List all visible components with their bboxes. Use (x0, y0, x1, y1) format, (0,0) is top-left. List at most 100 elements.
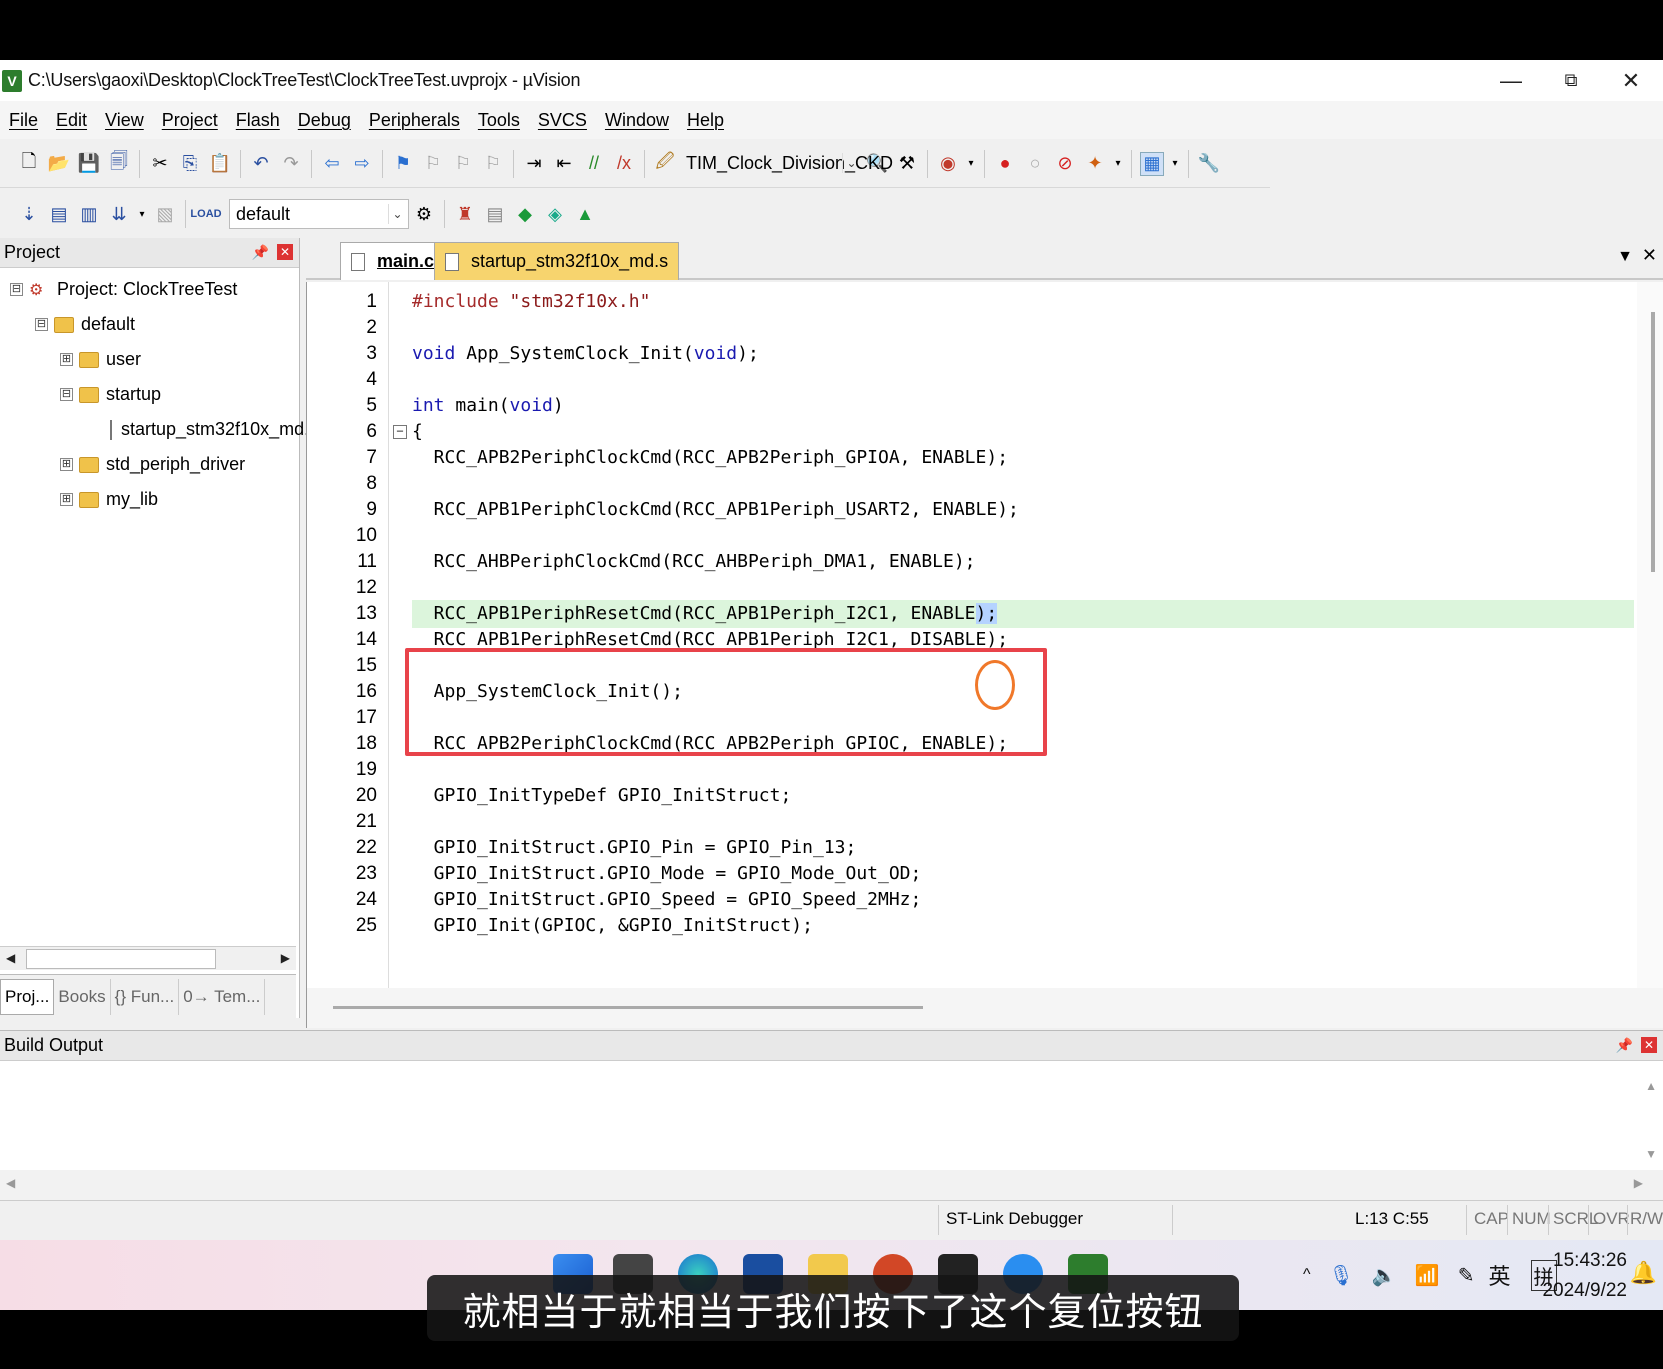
uncomment-icon[interactable]: /x (612, 152, 636, 176)
code-line[interactable]: 12 (307, 574, 1637, 602)
tree-item-project[interactable]: ⊟ ⚙ Project: ClockTreeTest (0, 272, 299, 307)
configure-icon[interactable]: ✦ (1083, 152, 1107, 176)
expand-icon[interactable]: ⊞ (60, 353, 73, 366)
code-line[interactable]: 8 (307, 470, 1637, 498)
redo-icon[interactable]: ↷ (279, 152, 303, 176)
dropdown-arrow-icon[interactable]: ▾ (137, 202, 147, 226)
code-line[interactable]: 2 (307, 314, 1637, 342)
menu-flash[interactable]: Flash (227, 110, 289, 131)
code-line[interactable]: 25 GPIO_Init(GPIOC, &GPIO_InitStruct); (307, 912, 1637, 940)
file-extensions-icon[interactable]: ♜ (453, 202, 477, 226)
stop-build-icon[interactable]: ▧ (153, 202, 177, 226)
taskbar-clock[interactable]: 15:43:26 2024/9/22 (1542, 1246, 1627, 1306)
menu-file[interactable]: File (0, 110, 47, 131)
target-options-icon[interactable]: ⚙ (412, 202, 436, 226)
pen-icon[interactable]: ✎ (1458, 1263, 1475, 1288)
menu-tools[interactable]: Tools (469, 110, 529, 131)
code-line[interactable]: 10 (307, 522, 1637, 550)
paste-icon[interactable]: 📋 (208, 152, 232, 176)
target-combo[interactable]: TIM_Clock_Division_CKD ⌄ (680, 149, 893, 179)
notification-bell-icon[interactable]: 🔔 (1630, 1260, 1657, 1286)
minimize-button[interactable]: — (1481, 60, 1541, 101)
scroll-down-icon[interactable]: ▼ (1645, 1147, 1657, 1161)
tree-item-startup-file[interactable]: startup_stm32f10x_md. (0, 412, 309, 447)
scroll-up-icon[interactable]: ▲ (1645, 1079, 1657, 1093)
build-icon[interactable]: ▤ (47, 202, 71, 226)
code-line[interactable]: 5 int main(void) (307, 392, 1637, 420)
expand-icon[interactable]: ⊞ (60, 493, 73, 506)
prev-bookmark-icon[interactable]: ⚐ (421, 152, 445, 176)
expand-icon[interactable]: ⊞ (60, 458, 73, 471)
menu-view[interactable]: View (96, 110, 153, 131)
scrollbar-thumb[interactable] (333, 1006, 923, 1009)
code-line[interactable]: 22 GPIO_InitStruct.GPIO_Pin = GPIO_Pin_1… (307, 834, 1637, 862)
disable-breakpoint-icon[interactable]: ○ (1023, 152, 1047, 176)
open-file-icon[interactable]: 📂 (47, 152, 71, 176)
breakpoint-icon[interactable]: ● (993, 152, 1017, 176)
debug-session-icon[interactable]: ◉ (936, 152, 960, 176)
wifi-icon[interactable]: 📶 (1415, 1263, 1440, 1288)
undo-icon[interactable]: ↶ (249, 152, 273, 176)
code-line[interactable]: 1 #include "stm32f10x.h" (307, 288, 1637, 316)
maximize-button[interactable]: ⧉ (1541, 60, 1601, 101)
menu-window[interactable]: Window (596, 110, 678, 131)
collapse-icon[interactable]: ⊟ (35, 318, 48, 331)
find-in-files-icon[interactable]: 🖉 (653, 151, 677, 176)
tree-item-std-periph-driver[interactable]: ⊞ std_periph_driver (0, 447, 299, 482)
comment-icon[interactable]: // (582, 152, 606, 176)
dropdown-arrow-icon[interactable]: ▾ (1113, 152, 1123, 176)
pin-icon[interactable]: 📌 (252, 244, 269, 261)
scroll-right-icon[interactable]: ▶ (281, 951, 290, 965)
tab-templates[interactable]: 0→ Tem... (179, 978, 266, 1015)
scrollbar-thumb[interactable] (1651, 312, 1655, 572)
window-layout-icon[interactable]: ▦ (1140, 151, 1164, 176)
menu-svcs[interactable]: SVCS (529, 110, 596, 131)
tab-project[interactable]: Proj... (0, 978, 55, 1015)
code-line[interactable]: 24 GPIO_InitStruct.GPIO_Speed = GPIO_Spe… (307, 886, 1637, 914)
code-line[interactable]: 19 (307, 756, 1637, 784)
copy-icon[interactable]: ⎘ (178, 152, 202, 176)
incremental-find-icon[interactable]: ⚒ (895, 152, 919, 176)
tree-item-my-lib[interactable]: ⊞ my_lib (0, 482, 299, 517)
select-packs-icon[interactable]: ◈ (543, 202, 567, 226)
clear-bookmarks-icon[interactable]: ⚐ (481, 152, 505, 176)
tab-list-dropdown-icon[interactable]: ▼ (1617, 248, 1633, 266)
project-horizontal-scrollbar[interactable]: ◀ ▶ (0, 946, 296, 970)
pack-installer-icon[interactable]: ◆ (513, 202, 537, 226)
scrollbar-thumb[interactable] (26, 949, 216, 969)
code-line[interactable]: 9 RCC_APB1PeriphClockCmd(RCC_APB1Periph_… (307, 496, 1637, 524)
code-line[interactable]: 23 GPIO_InitStruct.GPIO_Mode = GPIO_Mode… (307, 860, 1637, 888)
dropdown-arrow-icon[interactable]: ▾ (966, 152, 976, 176)
code-line[interactable]: 4 (307, 366, 1637, 394)
new-file-icon[interactable]: 🗋 (17, 151, 41, 176)
rebuild-icon[interactable]: ▥ (77, 202, 101, 226)
save-all-icon[interactable]: 🗐 (107, 151, 131, 176)
scroll-left-icon[interactable]: ◀ (6, 951, 15, 965)
menu-peripherals[interactable]: Peripherals (360, 110, 469, 131)
menu-help[interactable]: Help (678, 110, 733, 131)
manage-components-icon[interactable]: ▤ (483, 202, 507, 226)
wrench-icon[interactable]: 🔧 (1197, 152, 1221, 176)
navigate-back-icon[interactable]: ⇦ (320, 152, 344, 176)
tab-startup-s[interactable]: startup_stm32f10x_md.s (434, 242, 680, 280)
volume-icon[interactable]: 🔈 (1372, 1263, 1397, 1288)
chevron-up-icon[interactable]: ^ (1303, 1266, 1311, 1284)
close-tab-icon[interactable]: ✕ (1642, 245, 1657, 266)
menu-edit[interactable]: Edit (47, 110, 96, 131)
editor-horizontal-scrollbar[interactable] (306, 988, 1663, 1028)
code-line[interactable]: 11 RCC_AHBPeriphClockCmd(RCC_AHBPeriph_D… (307, 548, 1637, 576)
code-line[interactable]: 7 RCC_APB2PeriphClockCmd(RCC_APB2Periph_… (307, 444, 1637, 472)
tab-main-c[interactable]: main.c (340, 242, 446, 280)
collapse-icon[interactable]: ⊟ (60, 388, 73, 401)
microphone-icon[interactable]: 🎙 (1329, 1263, 1354, 1288)
dropdown-arrow-icon[interactable]: ▾ (1170, 152, 1180, 176)
tree-item-user[interactable]: ⊞ user (0, 342, 299, 377)
save-icon[interactable]: 💾 (77, 152, 101, 176)
cut-icon[interactable]: ✂ (148, 152, 172, 176)
ime-language[interactable]: 英 (1488, 1259, 1510, 1291)
close-icon[interactable]: ✕ (277, 244, 293, 260)
code-line[interactable]: 21 (307, 808, 1637, 836)
unindent-icon[interactable]: ⇤ (552, 152, 576, 176)
translate-icon[interactable]: ⇣ (17, 202, 41, 226)
code-line[interactable]: 6 −{ (307, 418, 1637, 446)
